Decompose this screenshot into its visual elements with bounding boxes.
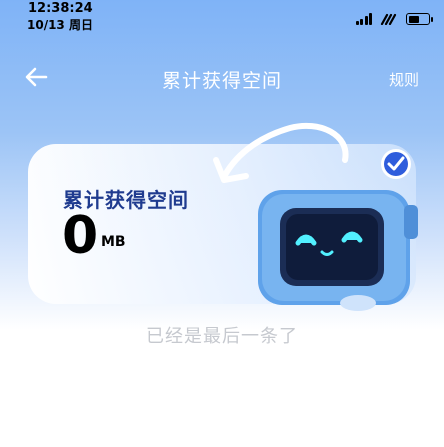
storage-unit: MB [101,234,126,250]
curved-arrow-icon [222,122,349,178]
end-of-list-text: 已经是最后一条了 [146,326,298,347]
check-badge-icon [381,149,411,179]
robot-illustration [213,122,418,311]
storage-value: 0 [62,206,99,266]
